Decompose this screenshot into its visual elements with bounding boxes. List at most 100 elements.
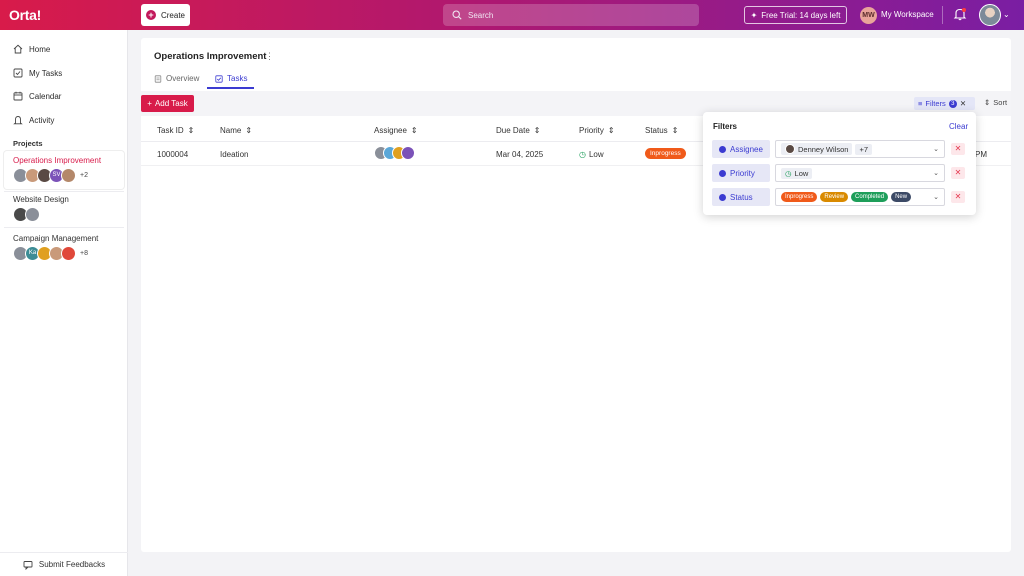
search-placeholder: Search	[468, 10, 494, 20]
filters-button[interactable]: ≡ Filters 3 ✕	[914, 97, 975, 110]
check-circle-icon	[719, 169, 726, 177]
priority-low-icon: ◷	[785, 168, 792, 178]
page-title: Operations Improvement	[154, 51, 267, 62]
tab-tasks[interactable]: Tasks	[215, 74, 247, 83]
status-select[interactable]: Inprogress Review Completed New ⌄	[775, 188, 945, 206]
status-chip[interactable]: Completed	[851, 192, 889, 202]
kebab-menu-icon[interactable]: ⋮	[265, 51, 274, 62]
search-icon	[452, 10, 462, 20]
sort-icon: ⇕	[671, 126, 679, 135]
sidebar-item-home[interactable]: Home	[13, 44, 50, 54]
remove-filter-button[interactable]: ✕	[951, 191, 965, 203]
project-name: Website Design	[13, 195, 69, 204]
remove-filter-button[interactable]: ✕	[951, 167, 965, 179]
close-icon[interactable]: ✕	[960, 99, 966, 108]
column-header-assignee[interactable]: Assignee ⇕	[374, 126, 418, 135]
search-input[interactable]: Search	[443, 4, 699, 26]
sort-icon: ⇕	[410, 126, 418, 135]
tab-overview[interactable]: Overview	[154, 74, 199, 83]
plus-icon: +	[145, 10, 156, 20]
workspace-avatar[interactable]: MW	[860, 7, 877, 24]
status-chip[interactable]: New	[891, 192, 912, 202]
remove-filter-button[interactable]: ✕	[951, 143, 965, 155]
add-task-label: Add Task	[154, 99, 188, 108]
active-tab-indicator	[207, 87, 254, 89]
chevron-down-icon[interactable]: ⌄	[933, 169, 939, 177]
add-task-button[interactable]: + Add Task	[141, 95, 194, 112]
priority-select[interactable]: ◷ Low ⌄	[775, 164, 945, 182]
more-count: +8	[80, 250, 88, 257]
submit-feedback-button[interactable]: Submit Feedbacks	[0, 552, 128, 576]
column-header-status[interactable]: Status ⇕	[645, 126, 678, 135]
more-chip[interactable]: +7	[855, 143, 873, 155]
create-label: Create	[160, 10, 185, 20]
more-count: +2	[80, 172, 88, 179]
free-trial-label: Free Trial: 14 days left	[761, 10, 841, 20]
project-avatars: SV +2	[13, 168, 124, 183]
tab-label: Tasks	[227, 74, 248, 83]
sidebar-item-activity[interactable]: Activity	[13, 115, 54, 125]
sidebar-item-label: My Tasks	[29, 68, 63, 78]
create-button[interactable]: + Create	[141, 4, 190, 26]
chip-label: Low	[794, 168, 809, 178]
sidebar-item-my-tasks[interactable]: My Tasks	[13, 68, 62, 78]
chevron-down-icon[interactable]: ⌄	[933, 193, 939, 201]
free-trial-button[interactable]: ✦ Free Trial: 14 days left	[744, 6, 847, 24]
checkbox-icon	[13, 68, 23, 78]
filter-field-label: Status	[730, 192, 753, 202]
workspace-name[interactable]: My Workspace	[881, 10, 934, 19]
avatar	[785, 144, 795, 154]
home-icon	[13, 44, 23, 54]
filter-field-status[interactable]: Status	[712, 188, 770, 206]
task-name-cell[interactable]: Ideation	[220, 150, 248, 159]
column-header-name[interactable]: Name ⇕	[220, 126, 252, 135]
assignee-select[interactable]: Denney Wilson +7 ⌄	[775, 140, 945, 158]
avatar	[25, 207, 40, 222]
filter-count-badge: 3	[948, 99, 957, 108]
avatar	[61, 168, 76, 183]
sort-icon: ⇕	[245, 126, 253, 135]
project-operations-improvement[interactable]: Operations Improvement SV +2	[4, 151, 124, 189]
sidebar-item-label: Home	[29, 44, 51, 54]
column-label: Task ID	[157, 126, 184, 135]
assignee-chip[interactable]: Denney Wilson	[781, 143, 853, 155]
column-label: Status	[645, 126, 668, 135]
status-chip[interactable]: Inprogress	[781, 192, 818, 202]
column-label: Due Date	[496, 126, 530, 135]
filters-label: Filters	[925, 99, 946, 108]
clear-filters-link[interactable]: Clear	[949, 122, 968, 131]
filter-field-assignee[interactable]: Assignee	[712, 140, 770, 158]
status-badge[interactable]: Inprogress	[645, 148, 686, 159]
filter-field-priority[interactable]: Priority	[712, 164, 770, 182]
projects-heading: Projects	[13, 139, 43, 148]
project-avatars	[13, 207, 124, 222]
filter-icon: ≡	[918, 99, 923, 108]
task-id-cell: 1000004	[157, 150, 189, 159]
avatar	[61, 246, 76, 261]
column-header-priority[interactable]: Priority ⇕	[579, 126, 615, 135]
feedback-label: Submit Feedbacks	[38, 560, 106, 569]
priority-low-icon: ◷	[579, 150, 586, 159]
sort-icon: ⇕	[984, 98, 991, 107]
divider	[4, 227, 124, 228]
app-logo[interactable]: Orta!	[9, 7, 140, 23]
sort-icon: ⇕	[607, 126, 615, 135]
sidebar-item-calendar[interactable]: Calendar	[13, 91, 61, 101]
chevron-down-icon[interactable]: ⌄	[1003, 10, 1010, 19]
user-avatar[interactable]	[979, 4, 1001, 26]
project-campaign-management[interactable]: Campaign Management Ka +8	[4, 229, 124, 267]
sort-button[interactable]: ⇕ Sort	[984, 98, 1007, 107]
priority-chip[interactable]: ◷ Low	[781, 167, 813, 179]
avatar	[401, 146, 415, 160]
chevron-down-icon[interactable]: ⌄	[933, 145, 939, 153]
activity-icon	[13, 116, 23, 125]
tab-label: Overview	[166, 74, 200, 83]
column-header-due-date[interactable]: Due Date ⇕	[496, 126, 541, 135]
column-header-task-id[interactable]: Task ID ⇕	[157, 126, 194, 135]
assignee-avatars[interactable]	[374, 146, 415, 160]
filters-popup: Filters Clear Assignee Denney Wilson +7 …	[703, 112, 976, 215]
project-website-design[interactable]: Website Design	[4, 190, 124, 226]
divider	[942, 6, 943, 24]
status-chip[interactable]: Review	[820, 192, 849, 202]
check-circle-icon	[719, 145, 726, 153]
